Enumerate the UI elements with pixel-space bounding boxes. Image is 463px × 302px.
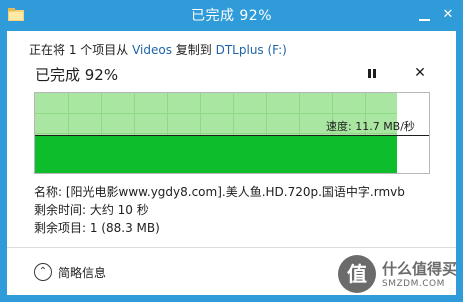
items-remaining: 剩余项目: 1 (88.3 MB)	[34, 221, 160, 235]
watermark-url: SMZDM.COM	[382, 279, 445, 289]
speed-fill	[35, 136, 397, 173]
window-title: 已完成 92%	[190, 8, 273, 24]
minimize-button[interactable]	[414, 4, 436, 26]
time-remaining: 剩余时间: 大约 10 秒	[34, 203, 149, 217]
window-close-button[interactable]: ✕	[437, 4, 459, 26]
current-speed-line	[35, 135, 429, 136]
window-frame-left	[0, 31, 7, 302]
speed-label: 速度: 11.7 MB/秒	[326, 120, 415, 133]
destination-link[interactable]: DTLplus (F:)	[216, 43, 287, 57]
file-name: 名称: [阳光电影www.ygdy8.com].美人鱼.HD.720p.国语中字…	[34, 185, 405, 199]
watermark: 值 什么值得买 SMZDM.COM	[338, 255, 458, 295]
transfer-details: 名称: [阳光电影www.ygdy8.com].美人鱼.HD.720p.国语中字…	[34, 183, 405, 237]
watermark-title: 什么值得买	[382, 260, 458, 278]
footer-divider	[7, 247, 456, 248]
source-link[interactable]: Videos	[132, 43, 172, 57]
copy-middle: 复制到	[171, 43, 216, 57]
copy-description: 正在将 1 个项目从 Videos 复制到 DTLplus (F:)	[29, 41, 287, 58]
fewer-details-label: 简略信息	[58, 265, 107, 280]
window-frame-bottom	[0, 295, 463, 302]
fewer-details-button[interactable]: ⌃ 简略信息	[34, 262, 106, 282]
copy-prefix: 正在将 1 个项目从	[29, 43, 133, 57]
smzdm-logo-icon: 值	[338, 255, 376, 293]
progress-heading: 已完成 92%	[35, 66, 119, 84]
pause-button[interactable]	[366, 67, 378, 81]
title-bar: 已完成 92% ✕	[0, 0, 463, 31]
graph-gridline	[35, 113, 397, 114]
cancel-copy-button[interactable]: ✕	[413, 65, 427, 81]
chevron-up-icon: ⌃	[34, 263, 52, 281]
